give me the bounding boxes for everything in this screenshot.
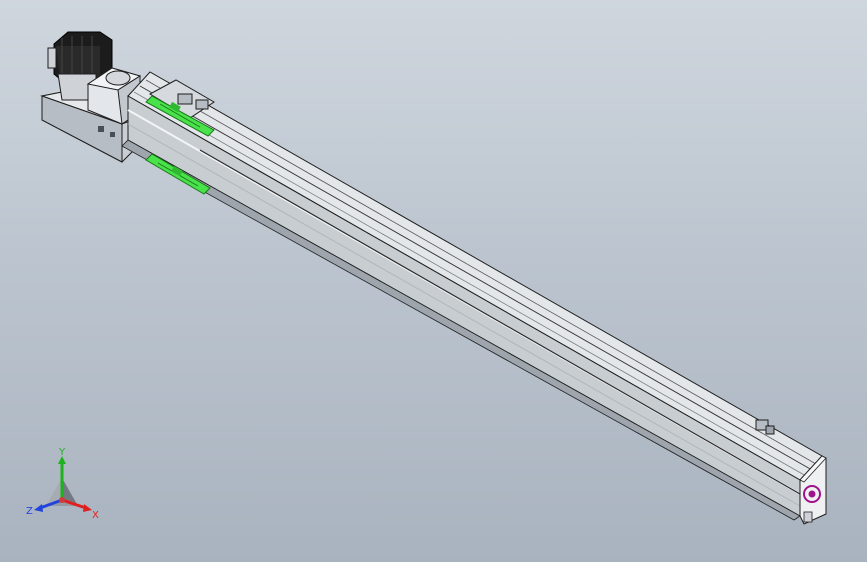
linear-actuator-model[interactable] — [0, 0, 867, 562]
z-axis-label: Z — [26, 506, 33, 517]
x-axis-label: X — [92, 510, 99, 521]
linear-rail[interactable] — [121, 71, 823, 521]
y-axis-label: Y — [58, 448, 66, 458]
orientation-triad: Y X Z — [26, 448, 99, 521]
triad-origin — [59, 497, 65, 503]
cad-viewport[interactable]: Y X Z — [0, 0, 867, 562]
